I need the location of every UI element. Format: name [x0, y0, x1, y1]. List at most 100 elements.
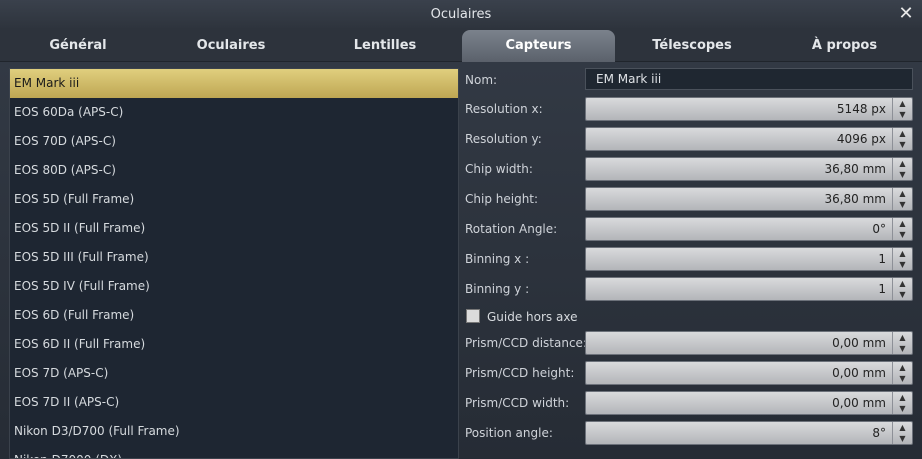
prism-height-value: 0,00 mm — [832, 366, 886, 380]
prism-height-stepper[interactable]: ▲ ▼ — [892, 362, 912, 384]
rotation-angle-value: 0° — [872, 222, 886, 236]
position-angle-label: Position angle: — [465, 426, 553, 440]
arrow-down-icon[interactable]: ▼ — [893, 139, 912, 150]
list-item[interactable]: EOS 7D (APS-C) — [10, 359, 458, 388]
list-item[interactable]: EOS 7D II (APS-C) — [10, 388, 458, 417]
chip-height-value: 36,80 mm — [824, 192, 886, 206]
arrow-down-icon[interactable]: ▼ — [893, 229, 912, 240]
name-row: Nom: EM Mark iii — [465, 68, 913, 92]
chip-width-spinbox[interactable]: 36,80 mm ▲ ▼ — [585, 157, 913, 181]
list-item[interactable]: EOS 70D (APS-C) — [10, 127, 458, 156]
prism-height-spinbox[interactable]: 0,00 mm ▲ ▼ — [585, 361, 913, 385]
prism-height-label: Prism/CCD height: — [465, 366, 575, 380]
arrow-up-icon[interactable]: ▲ — [893, 218, 912, 229]
rotation-angle-label: Rotation Angle: — [465, 222, 558, 236]
tab-telescopes[interactable]: Télescopes — [615, 30, 769, 62]
binning-x-label: Binning x : — [465, 252, 530, 266]
prism-width-label: Prism/CCD width: — [465, 396, 570, 410]
arrow-down-icon[interactable]: ▼ — [893, 373, 912, 384]
list-item[interactable]: EM Mark iii — [10, 69, 458, 98]
list-item[interactable]: EOS 5D (Full Frame) — [10, 185, 458, 214]
rotation-angle-stepper[interactable]: ▲ ▼ — [892, 218, 912, 240]
list-item[interactable]: EOS 6D (Full Frame) — [10, 301, 458, 330]
tab-oculaires[interactable]: Oculaires — [154, 30, 308, 62]
arrow-up-icon[interactable]: ▲ — [893, 392, 912, 403]
resolution-x-stepper[interactable]: ▲ ▼ — [892, 98, 912, 120]
arrow-down-icon[interactable]: ▼ — [893, 169, 912, 180]
prism-width-spinbox[interactable]: 0,00 mm ▲ ▼ — [585, 391, 913, 415]
guide-hors-axe-label: Guide hors axe — [487, 310, 578, 324]
chip-width-row: Chip width: 36,80 mm ▲ ▼ — [465, 157, 913, 181]
list-item[interactable]: EOS 5D IV (Full Frame) — [10, 272, 458, 301]
list-item[interactable]: Nikon D3/D700 (Full Frame) — [10, 417, 458, 446]
arrow-down-icon[interactable]: ▼ — [893, 259, 912, 270]
prism-distance-stepper[interactable]: ▲ ▼ — [892, 332, 912, 354]
arrow-up-icon[interactable]: ▲ — [893, 98, 912, 109]
list-item[interactable]: EOS 5D II (Full Frame) — [10, 214, 458, 243]
tab-a-propos[interactable]: À propos — [769, 30, 920, 62]
arrow-up-icon[interactable]: ▲ — [893, 128, 912, 139]
position-angle-spinbox[interactable]: 8° ▲ ▼ — [585, 421, 913, 445]
rotation-angle-spinbox[interactable]: 0° ▲ ▼ — [585, 217, 913, 241]
list-item[interactable]: EOS 80D (APS-C) — [10, 156, 458, 185]
name-input[interactable]: EM Mark iii — [585, 68, 913, 90]
close-icon[interactable]: ✕ — [896, 3, 916, 25]
position-angle-stepper[interactable]: ▲ ▼ — [892, 422, 912, 444]
arrow-up-icon[interactable]: ▲ — [893, 248, 912, 259]
prism-distance-row: Prism/CCD distance: 0,00 mm ▲ ▼ — [465, 331, 913, 355]
tab-capteurs[interactable]: Capteurs — [462, 30, 615, 62]
binning-x-row: Binning x : 1 ▲ ▼ — [465, 247, 913, 271]
arrow-up-icon[interactable]: ▲ — [893, 188, 912, 199]
resolution-y-stepper[interactable]: ▲ ▼ — [892, 128, 912, 150]
prism-distance-spinbox[interactable]: 0,00 mm ▲ ▼ — [585, 331, 913, 355]
position-angle-value: 8° — [872, 426, 886, 440]
prism-width-value: 0,00 mm — [832, 396, 886, 410]
chip-height-stepper[interactable]: ▲ ▼ — [892, 188, 912, 210]
chip-width-stepper[interactable]: ▲ ▼ — [892, 158, 912, 180]
list-item[interactable]: EOS 6D II (Full Frame) — [10, 330, 458, 359]
arrow-up-icon[interactable]: ▲ — [893, 332, 912, 343]
chip-width-label: Chip width: — [465, 162, 533, 176]
binning-x-stepper[interactable]: ▲ ▼ — [892, 248, 912, 270]
arrow-down-icon[interactable]: ▼ — [893, 433, 912, 444]
guide-hors-axe-checkbox[interactable] — [466, 309, 480, 323]
resolution-x-label: Resolution x: — [465, 102, 543, 116]
arrow-down-icon[interactable]: ▼ — [893, 343, 912, 354]
tab-bar: Général Oculaires Lentilles Capteurs Tél… — [0, 28, 922, 62]
resolution-x-spinbox[interactable]: 5148 px ▲ ▼ — [585, 97, 913, 121]
resolution-y-label: Resolution y: — [465, 132, 542, 146]
list-item[interactable]: Nikon D7000 (DX) — [10, 446, 458, 458]
name-label: Nom: — [465, 73, 498, 87]
list-item[interactable]: EOS 5D III (Full Frame) — [10, 243, 458, 272]
resolution-x-row: Resolution x: 5148 px ▲ ▼ — [465, 97, 913, 121]
arrow-down-icon[interactable]: ▼ — [893, 199, 912, 210]
prism-width-stepper[interactable]: ▲ ▼ — [892, 392, 912, 414]
arrow-down-icon[interactable]: ▼ — [893, 403, 912, 414]
arrow-up-icon[interactable]: ▲ — [893, 158, 912, 169]
prism-distance-value: 0,00 mm — [832, 336, 886, 350]
window-title: Oculaires — [430, 7, 492, 22]
rotation-angle-row: Rotation Angle: 0° ▲ ▼ — [465, 217, 913, 241]
arrow-up-icon[interactable]: ▲ — [893, 278, 912, 289]
arrow-down-icon[interactable]: ▼ — [893, 289, 912, 300]
binning-y-row: Binning y : 1 ▲ ▼ — [465, 277, 913, 301]
resolution-y-value: 4096 px — [836, 132, 886, 146]
arrow-down-icon[interactable]: ▼ — [893, 109, 912, 120]
resolution-y-row: Resolution y: 4096 px ▲ ▼ — [465, 127, 913, 151]
arrow-up-icon[interactable]: ▲ — [893, 422, 912, 433]
chip-height-spinbox[interactable]: 36,80 mm ▲ ▼ — [585, 187, 913, 211]
binning-x-spinbox[interactable]: 1 ▲ ▼ — [585, 247, 913, 271]
binning-y-stepper[interactable]: ▲ ▼ — [892, 278, 912, 300]
binning-y-spinbox[interactable]: 1 ▲ ▼ — [585, 277, 913, 301]
tab-lentilles[interactable]: Lentilles — [308, 30, 462, 62]
position-angle-row: Position angle: 8° ▲ ▼ — [465, 421, 913, 445]
arrow-up-icon[interactable]: ▲ — [893, 362, 912, 373]
resolution-y-spinbox[interactable]: 4096 px ▲ ▼ — [585, 127, 913, 151]
binning-y-label: Binning y : — [465, 282, 530, 296]
prism-width-row: Prism/CCD width: 0,00 mm ▲ ▼ — [465, 391, 913, 415]
list-item[interactable]: EOS 60Da (APS-C) — [10, 98, 458, 127]
chip-height-row: Chip height: 36,80 mm ▲ ▼ — [465, 187, 913, 211]
tab-general[interactable]: Général — [2, 30, 154, 62]
sensor-list[interactable]: EM Mark iii EOS 60Da (APS-C) EOS 70D (AP… — [9, 68, 459, 459]
prism-distance-label: Prism/CCD distance: — [465, 336, 587, 350]
